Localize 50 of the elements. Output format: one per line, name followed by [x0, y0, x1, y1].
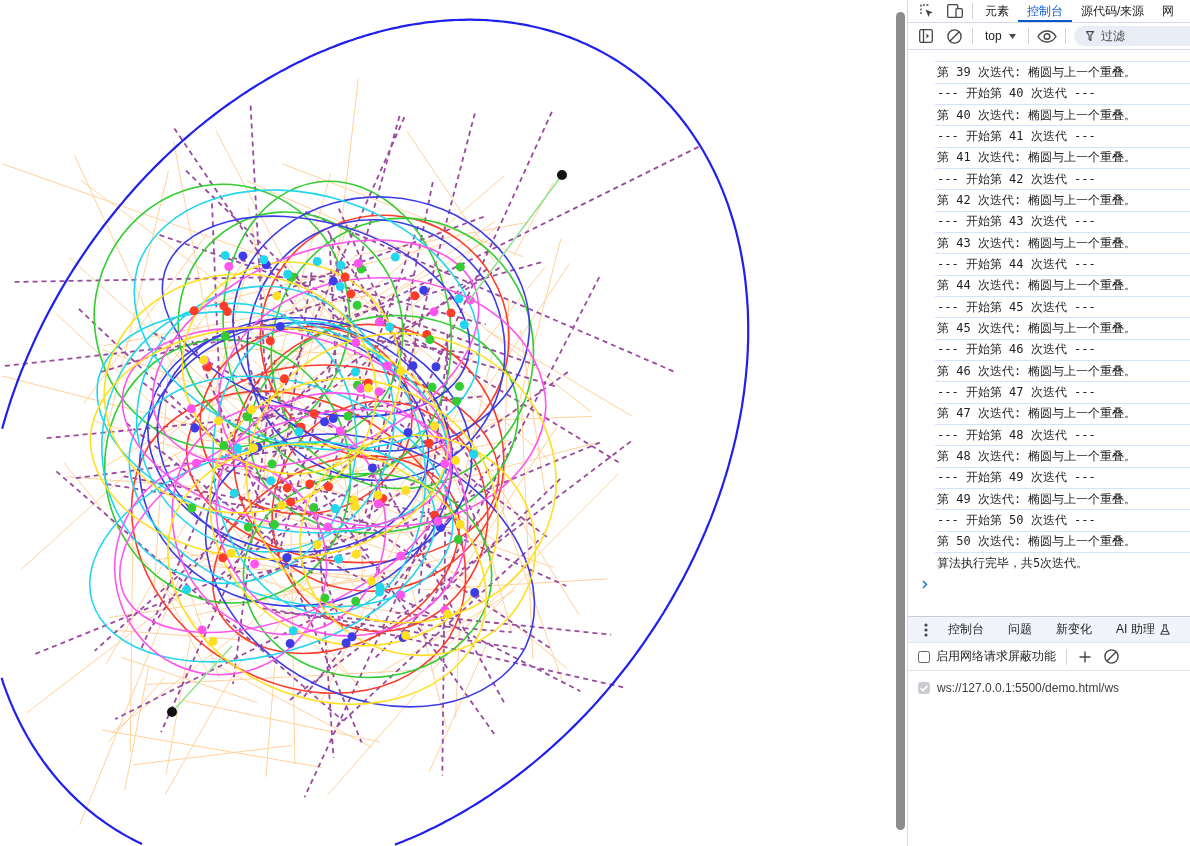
- console-message: --- 开始第 46 次迭代 ---: [937, 341, 1096, 359]
- flask-icon: [1159, 624, 1170, 635]
- console-message: --- 开始第 48 次迭代 ---: [937, 426, 1096, 444]
- kebab-menu-icon[interactable]: [924, 622, 928, 637]
- panel-tab[interactable]: 源代码/来源: [1072, 0, 1154, 22]
- device-icon[interactable]: [947, 4, 963, 18]
- chevron-icon: [922, 579, 928, 589]
- drawer-tab[interactable]: AI 助理: [1104, 617, 1182, 642]
- checkbox-label[interactable]: 启用网络请求屏蔽功能: [936, 648, 1056, 665]
- filter-icon: [1085, 31, 1094, 41]
- console-message: --- 开始第 45 次迭代 ---: [937, 298, 1096, 316]
- console-message: 第 43 次迭代: 椭圆与上一个重叠。: [937, 234, 1137, 252]
- console-message: --- 开始第 44 次迭代 ---: [937, 255, 1096, 273]
- console-message: 第 46 次迭代: 椭圆与上一个重叠。: [937, 362, 1137, 380]
- panel-tab[interactable]: 元素: [976, 0, 1018, 22]
- circle-slash-icon[interactable]: [947, 28, 962, 44]
- console-message: --- 开始第 43 次迭代 ---: [937, 213, 1096, 231]
- eye-icon[interactable]: [1036, 29, 1057, 43]
- console-message: --- 开始第 41 次迭代 ---: [937, 127, 1096, 145]
- console-message: 第 48 次迭代: 椭圆与上一个重叠。: [937, 447, 1137, 465]
- console-message: 第 45 次迭代: 椭圆与上一个重叠。: [937, 319, 1137, 337]
- console-message: --- 开始第 49 次迭代 ---: [937, 469, 1096, 487]
- context-dropdown[interactable]: top: [983, 26, 1018, 46]
- inspect-icon[interactable]: [920, 4, 934, 18]
- console-message: 第 41 次迭代: 椭圆与上一个重叠。: [937, 149, 1137, 167]
- console-message: 第 39 次迭代: 椭圆与上一个重叠。: [937, 63, 1137, 81]
- console-message: 第 44 次迭代: 椭圆与上一个重叠。: [937, 277, 1137, 295]
- sidebar-icon[interactable]: [919, 29, 933, 43]
- panel-tab[interactable]: 网: [1153, 0, 1184, 22]
- console-message: 第 42 次迭代: 椭圆与上一个重叠。: [937, 191, 1137, 209]
- console-message: 第 40 次迭代: 椭圆与上一个重叠。: [937, 106, 1137, 124]
- blocked-url-pattern: ws://127.0.0.1:5500/demo.html/ws: [937, 681, 1120, 695]
- drawer-tab[interactable]: 控制台: [936, 617, 996, 642]
- checkbox[interactable]: [918, 650, 930, 663]
- console-message: 算法执行完毕，共5次迭代。: [937, 554, 1089, 572]
- circle-slash-icon[interactable]: [1104, 649, 1119, 664]
- scrollbar-thumb[interactable]: [896, 12, 905, 830]
- console-message: 第 47 次迭代: 椭圆与上一个重叠。: [937, 405, 1137, 423]
- drawer-tab[interactable]: 新变化: [1044, 617, 1104, 642]
- console-message: --- 开始第 40 次迭代 ---: [937, 85, 1096, 103]
- drawer-tab[interactable]: 问题: [996, 617, 1044, 642]
- console-message: --- 开始第 47 次迭代 ---: [937, 383, 1096, 401]
- plus-icon[interactable]: [1079, 650, 1091, 663]
- filter-field[interactable]: 过滤: [1073, 26, 1190, 46]
- console-message: --- 开始第 42 次迭代 ---: [937, 170, 1096, 188]
- console-message: 第 50 次迭代: 椭圆与上一个重叠。: [937, 533, 1137, 551]
- caret-icon: [1008, 33, 1016, 39]
- console-message: 第 49 次迭代: 椭圆与上一个重叠。: [937, 490, 1137, 508]
- panel-tab[interactable]: 控制台: [1018, 0, 1072, 22]
- console-message: --- 开始第 50 次迭代 ---: [937, 511, 1096, 529]
